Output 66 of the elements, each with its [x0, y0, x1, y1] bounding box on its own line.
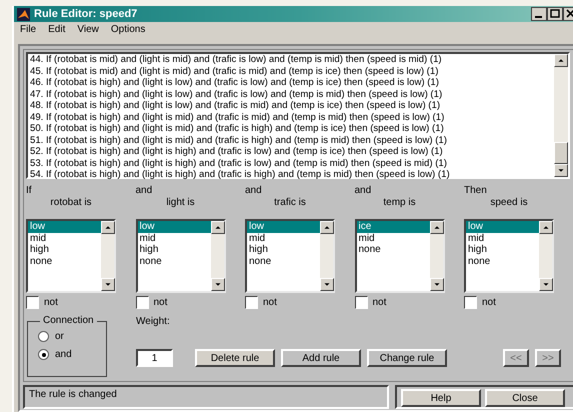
- rule-line[interactable]: 48. If (rotobat is high) and (light is low) and (trafic is mid) and (temp is ice) then (speed is low) (1): [30, 100, 554, 112]
- list-item[interactable]: none: [356, 244, 430, 256]
- variable-label: rotobat is: [49, 197, 93, 209]
- connector-label: If: [26, 185, 33, 197]
- list-item[interactable]: none: [138, 256, 210, 267]
- list-item[interactable]: none: [247, 256, 320, 267]
- rule-line[interactable]: 50. If (rotobat is high) and (light is mid) and (trafic is high) and (temp is ice) then (speed is low) (1): [30, 123, 554, 134]
- membership-list[interactable]: ice mid none: [354, 219, 444, 293]
- list-item[interactable]: none: [466, 256, 539, 267]
- action-button[interactable]: Delete rule: [195, 349, 275, 367]
- checkbox-label: not: [263, 297, 277, 308]
- window-title: Rule Editor: speed7: [34, 8, 138, 20]
- list-item[interactable]: ice: [356, 221, 430, 232]
- list-item[interactable]: high: [28, 244, 101, 256]
- menu-item[interactable]: Options: [110, 24, 146, 36]
- menu-item[interactable]: View: [77, 24, 99, 36]
- rule-line[interactable]: 52. If (rotobat is high) and (light is high) and (trafic is low) and (temp is ice) then (speed is low) (1): [30, 146, 554, 158]
- weight-field[interactable]: 1: [136, 349, 173, 367]
- action-button[interactable]: Add rule: [281, 349, 361, 367]
- rule-line[interactable]: 54. If (rotobat is high) and (light is high) and (trafic is high) and (temp is mid) then (speed is low) (1): [30, 169, 554, 180]
- list-item[interactable]: mid: [28, 232, 101, 244]
- list-item[interactable]: low: [247, 221, 320, 232]
- membership-list[interactable]: low mid high none: [464, 219, 554, 293]
- rule-line[interactable]: 44. If (rotobat is mid) and (light is mid) and (trafic is low) and (temp is mid) then (speed is mid) (1): [30, 54, 554, 66]
- footer-button[interactable]: Close: [485, 389, 565, 407]
- radio-label: and: [55, 349, 72, 360]
- connector-label: Then: [464, 185, 488, 197]
- list-item[interactable]: low: [466, 221, 539, 232]
- membership-list[interactable]: low mid high none: [26, 219, 116, 293]
- footer-button[interactable]: Help: [401, 389, 481, 407]
- variable-label: temp is: [382, 197, 417, 209]
- list-item[interactable]: mid: [356, 232, 430, 244]
- list-item[interactable]: high: [466, 244, 539, 256]
- list-item[interactable]: mid: [466, 232, 539, 244]
- rule-line[interactable]: 47. If (rotobat is high) and (light is low) and (trafic is low) and (temp is mid) then (speed is low) (1): [30, 88, 554, 100]
- connector-label: and: [245, 185, 263, 197]
- membership-list[interactable]: low mid high none: [245, 219, 335, 293]
- group-title: Connection: [40, 315, 97, 326]
- rule-line[interactable]: 46. If (rotobat is high) and (light is low) and (trafic is low) and (temp is ice) then (speed is low) (1): [30, 77, 554, 88]
- weight-label: Weight:: [136, 316, 171, 327]
- list-item[interactable]: high: [138, 244, 210, 256]
- checkbox-label: not: [482, 297, 496, 308]
- rule-line[interactable]: 53. If (rotobat is high) and (light is high) and (trafic is low) and (temp is mid) then (speed is mid) (1): [30, 158, 554, 169]
- list-item[interactable]: mid: [247, 232, 320, 244]
- list-item[interactable]: low: [138, 221, 210, 232]
- action-button[interactable]: Change rule: [367, 349, 447, 367]
- radio-label: or: [55, 331, 64, 342]
- list-item[interactable]: high: [247, 244, 320, 256]
- variable-label: trafic is: [273, 197, 307, 209]
- menu-item[interactable]: Edit: [48, 24, 66, 36]
- variable-label: light is: [165, 197, 196, 209]
- list-item[interactable]: low: [28, 221, 101, 232]
- variable-label: speed is: [489, 197, 529, 209]
- connector-label: and: [354, 185, 372, 197]
- menu-item[interactable]: File: [20, 24, 36, 36]
- connector-label: and: [136, 185, 154, 197]
- list-item[interactable]: mid: [138, 232, 210, 244]
- checkbox-label: not: [372, 297, 386, 308]
- rule-line[interactable]: 49. If (rotobat is high) and (light is mid) and (trafic is mid) and (temp is mid) then (speed is low) (1): [30, 112, 554, 123]
- membership-list[interactable]: low mid high none: [136, 219, 226, 293]
- list-item[interactable]: none: [28, 256, 101, 267]
- status-message: The rule is changed: [23, 385, 389, 409]
- checkbox-label: not: [44, 297, 58, 308]
- rule-line[interactable]: 45. If (rotobat is mid) and (light is mid) and (trafic is mid) and (temp is ice) then (speed is low) (1): [30, 66, 554, 77]
- checkbox-label: not: [154, 297, 168, 308]
- rule-line[interactable]: 51. If (rotobat is high) and (light is mid) and (trafic is high) and (temp is mid) then (speed is low) (1): [30, 134, 554, 146]
